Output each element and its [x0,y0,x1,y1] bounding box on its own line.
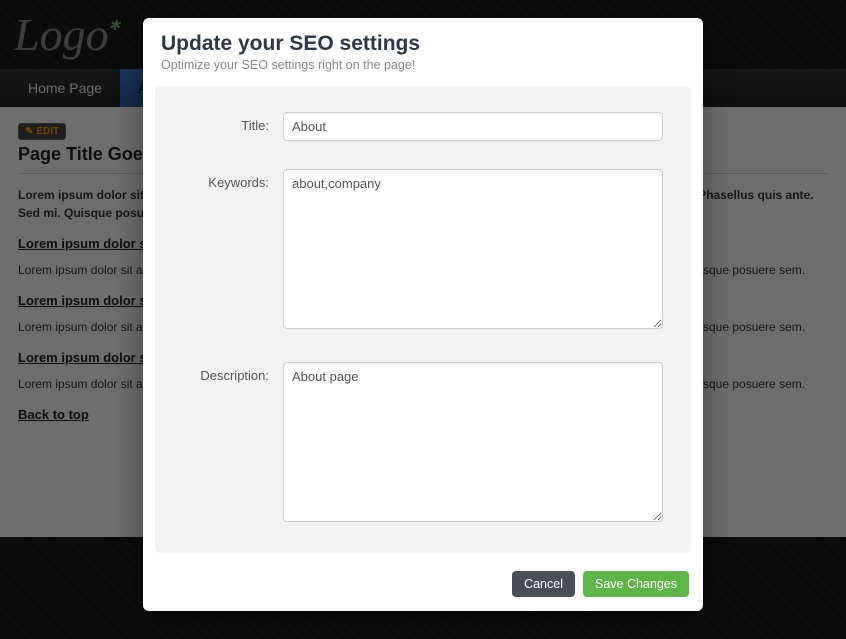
modal-subtitle: Optimize your SEO settings right on the … [161,58,685,72]
cancel-button[interactable]: Cancel [512,571,575,597]
modal-overlay: Update your SEO settings Optimize your S… [0,0,846,639]
description-textarea[interactable]: About page [283,362,663,522]
seo-settings-modal: Update your SEO settings Optimize your S… [143,18,703,611]
keywords-textarea[interactable]: about,company [283,169,663,329]
modal-title: Update your SEO settings [161,32,685,56]
form-row-title: Title: [173,112,663,141]
form-row-description: Description: About page [173,362,663,527]
modal-footer: Cancel Save Changes [143,565,703,611]
description-label: Description: [173,362,283,527]
modal-body: Title: Keywords: about,company Descripti… [155,86,691,553]
keywords-label: Keywords: [173,169,283,334]
form-row-keywords: Keywords: about,company [173,169,663,334]
title-input[interactable] [283,112,663,141]
modal-header: Update your SEO settings Optimize your S… [143,18,703,82]
title-label: Title: [173,112,283,141]
save-button[interactable]: Save Changes [583,571,689,597]
